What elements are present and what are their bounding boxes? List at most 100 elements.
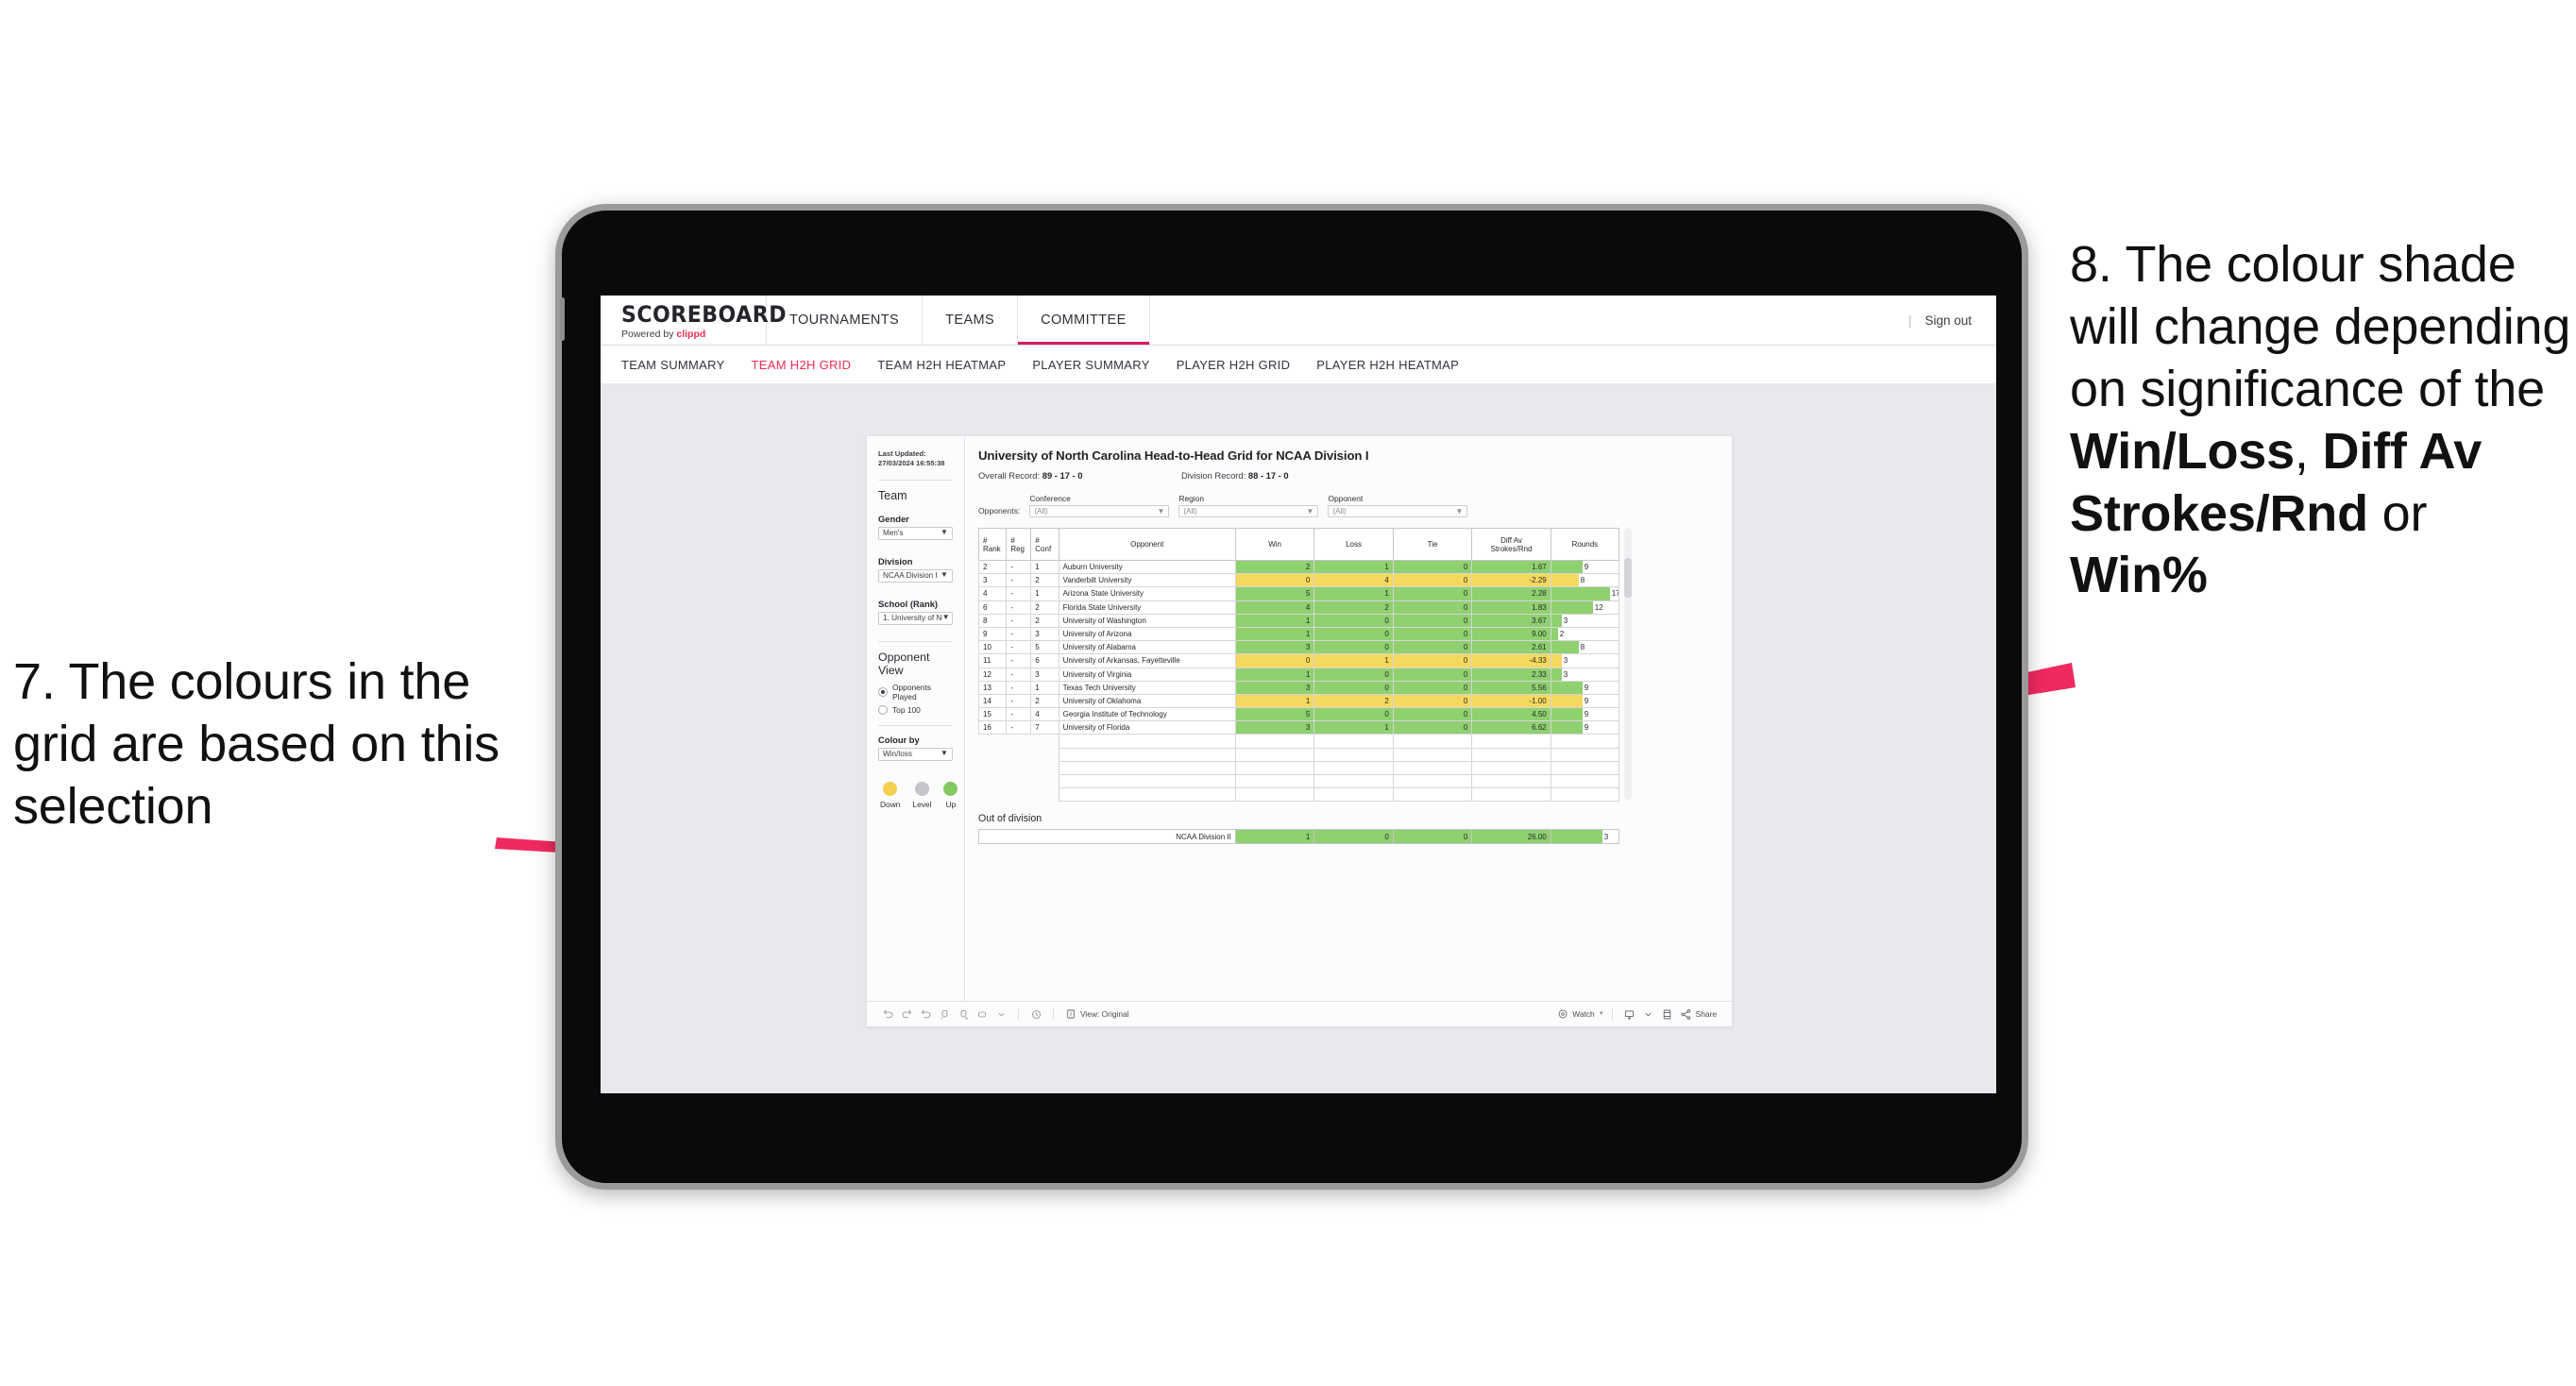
table-row[interactable]: 4-1Arizona State University5102.2817	[977, 586, 1620, 601]
pause-auto-update-icon[interactable]	[1026, 1005, 1045, 1023]
watch-button[interactable]: Watch ▼	[1572, 1009, 1603, 1019]
subnav-team-h2h-grid[interactable]: TEAM H2H GRID	[752, 358, 869, 372]
cell-empty	[1030, 787, 1059, 802]
sign-out-link[interactable]: Sign out	[1924, 313, 1972, 328]
chevron-down-icon: ▼	[940, 529, 948, 537]
table-row[interactable]: 15-4 Georgia Institute of Technology 5 0 0 4.…	[977, 707, 1620, 722]
table-row[interactable]: 11-6 University of Arkansas, Fayetteville…	[977, 653, 1620, 668]
conference-filter-select[interactable]: (All) ▼	[1029, 505, 1170, 517]
cell-tie: 0	[1392, 600, 1473, 615]
toolbar-divider-2	[1053, 1007, 1054, 1021]
revert-icon[interactable]	[916, 1005, 935, 1023]
th-loss[interactable]: Loss	[1313, 528, 1394, 561]
table-scrollbar[interactable]	[1624, 528, 1632, 800]
sidebar-divider-1	[878, 479, 953, 481]
app-header: SCOREBOARD Powered by clippd TOURNAMENTS…	[601, 296, 1996, 346]
th-opponent[interactable]: Opponent	[1058, 528, 1236, 561]
radio-unselected-icon	[878, 704, 888, 715]
cell-win: 5	[1234, 707, 1315, 722]
annotation-left: 7. The colours in the grid are based on …	[13, 653, 500, 835]
th-reg[interactable]: # Reg	[1006, 528, 1032, 561]
nav-tournaments[interactable]: TOURNAMENTS	[767, 296, 924, 345]
table-row[interactable]: 14-2 University of Oklahoma 1 2 0 -1.00 9	[977, 693, 1620, 709]
table-row[interactable]: 3-2 Vanderbilt University 0 4 0 -2.29 8	[977, 573, 1620, 588]
rounds-bar	[1551, 641, 1579, 653]
logo-powered-by: Powered by clippd	[621, 329, 766, 340]
th-rank[interactable]: # Rank	[977, 528, 1008, 561]
chevron-down-icon[interactable]	[991, 1005, 1010, 1023]
h2h-table-head: # Rank # Reg # Conf Opponent Win Loss Tie D…	[977, 528, 1620, 561]
chevron-down-icon[interactable]	[1639, 1005, 1658, 1023]
th-tie[interactable]: Tie	[1392, 528, 1473, 561]
cell-opponent: University of Florida	[1058, 720, 1236, 735]
refresh-icon[interactable]	[935, 1005, 954, 1023]
chevron-down-icon: ▼	[941, 614, 948, 622]
rounds-bar	[1551, 695, 1583, 707]
pause-icon[interactable]	[954, 1005, 973, 1023]
cell-tie: 0	[1392, 626, 1473, 642]
cell-empty	[978, 761, 1007, 775]
undo-icon[interactable]	[878, 1005, 897, 1023]
view-original-icon[interactable]	[1061, 1005, 1080, 1023]
th-rounds[interactable]: Rounds	[1550, 528, 1620, 561]
cell-conf: 1	[1030, 559, 1059, 575]
table-row[interactable]: 6-2 Florida State University 4 2 0 1.83 12	[977, 600, 1620, 615]
table-scrollbar-thumb[interactable]	[1624, 558, 1632, 598]
subnav-team-summary[interactable]: TEAM SUMMARY	[621, 358, 742, 372]
school-rank-value: 1. University of Nort...	[883, 614, 942, 622]
cell-opponent: University of Virginia	[1058, 667, 1236, 682]
nav-committee[interactable]: COMMITTEE	[1018, 296, 1150, 345]
table-row[interactable]: 8-2 University of Washington 1 0 0 3.67 3	[977, 613, 1620, 628]
cell-opponent: Vanderbilt University	[1058, 573, 1236, 588]
cell-opponent: University of Alabama	[1058, 640, 1236, 655]
th-reg-l2: Reg	[1010, 544, 1025, 553]
gender-select[interactable]: Men's ▼	[878, 526, 953, 540]
app-logo[interactable]: SCOREBOARD Powered by clippd	[601, 296, 787, 345]
fullscreen-icon[interactable]	[1658, 1005, 1677, 1023]
division-label: Division	[878, 555, 913, 566]
table-row[interactable]: 2-1 Auburn University 2 1 0 1.67 9	[977, 559, 1620, 575]
subnav-player-h2h-grid[interactable]: PLAYER H2H GRID	[1177, 358, 1308, 372]
table-row[interactable]: 9-3 University of Arizona 1 0 0 9.00 2	[977, 626, 1620, 642]
cell-empty	[1313, 773, 1394, 789]
share-icon[interactable]	[1677, 1005, 1696, 1023]
cell-empty	[1058, 747, 1236, 762]
share-button[interactable]: Share	[1696, 1009, 1720, 1019]
subnav-player-summary[interactable]: PLAYER SUMMARY	[1032, 358, 1166, 372]
radio-opponents-played[interactable]: Opponents Played	[878, 683, 953, 701]
table-row[interactable]: 12-3 University of Virginia 1 0 0 2.33 3	[977, 667, 1620, 682]
cell-empty	[1006, 748, 1031, 762]
cell-opponent: University of Washington	[1058, 613, 1236, 628]
cell-empty	[1550, 773, 1620, 789]
cell-rounds: 3	[1550, 613, 1620, 628]
table-row[interactable]: NCAA Division II 1 0 0 26.00 3	[978, 829, 1620, 845]
table-row[interactable]: 13-1 Texas Tech University 3 0 0 5.56 9	[977, 680, 1620, 695]
redo-icon[interactable]	[897, 1005, 916, 1023]
watch-icon[interactable]	[1553, 1005, 1572, 1023]
radio-top-100[interactable]: Top 100	[878, 704, 953, 715]
cell-win: 0	[1234, 573, 1315, 588]
colour-by-select[interactable]: Win/loss ▼	[878, 747, 953, 761]
subnav-player-h2h-heatmap[interactable]: PLAYER H2H HEATMAP	[1316, 358, 1476, 372]
layout-icon[interactable]	[973, 1005, 991, 1023]
rounds-bar	[1551, 668, 1562, 681]
table-row[interactable]: 16-7 University of Florida 3 1 0 6.62 9	[977, 720, 1620, 735]
region-filter-select[interactable]: (All) ▼	[1178, 505, 1319, 517]
table-row[interactable]: 10-5 University of Alabama 3 0 0 2.61 8	[977, 640, 1620, 655]
opponent-filter-select[interactable]: (All) ▼	[1328, 505, 1468, 517]
download-icon[interactable]	[1620, 1005, 1639, 1023]
logo-scoreboard-text: SCOREBOARD	[621, 300, 787, 328]
table-row-empty	[978, 747, 1620, 762]
division-select[interactable]: NCAA Division I ▼	[878, 568, 953, 583]
th-diff-av-strokes[interactable]: Diff Av Strokes/Rnd	[1471, 528, 1551, 561]
subnav-team-h2h-heatmap[interactable]: TEAM H2H HEATMAP	[877, 358, 1023, 372]
school-rank-select[interactable]: 1. University of Nort... ▼	[878, 611, 953, 625]
cell-diff: 9.00	[1471, 626, 1551, 642]
view-original-button[interactable]: View: Original	[1080, 1009, 1129, 1019]
annotation-right-mid2: or	[2367, 484, 2428, 542]
th-conf[interactable]: # Conf	[1030, 528, 1059, 561]
cell-loss: 0	[1313, 667, 1394, 682]
nav-teams[interactable]: TEAMS	[923, 296, 1019, 345]
cell-empty	[1471, 760, 1551, 776]
th-win[interactable]: Win	[1234, 528, 1315, 561]
